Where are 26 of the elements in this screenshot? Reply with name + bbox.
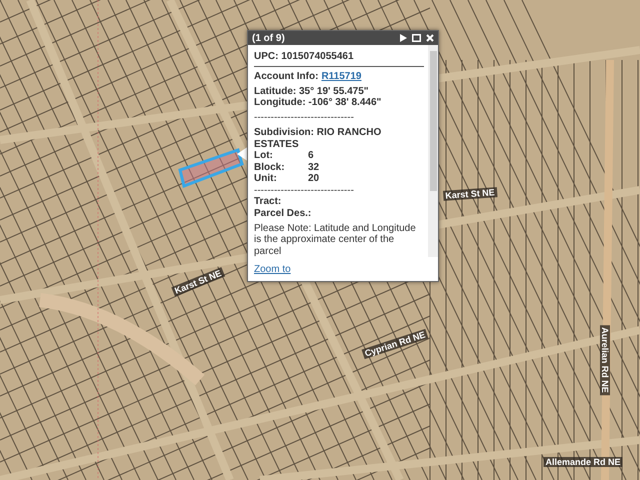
field-value: 32 (308, 162, 320, 174)
field-text: Latitude: 35° 19' 55.475" (254, 86, 370, 98)
maximize-icon[interactable] (412, 34, 421, 42)
upc-heading: UPC: 1015074055461 (254, 51, 424, 67)
field-value: 20 (308, 173, 320, 185)
next-icon[interactable] (400, 34, 407, 42)
field-text: Parcel Des.: (254, 208, 312, 220)
street-label: Allemande Rd NE (544, 457, 622, 467)
parcel-highlight (178, 148, 244, 188)
street-label: Aurelian Rd NE (600, 325, 610, 395)
field-label: Lot: (254, 150, 274, 162)
zoom-to-link[interactable]: Zoom to (254, 264, 291, 275)
field-label: Unit: (254, 173, 278, 185)
popup-counter: (1 of 9) (252, 32, 285, 44)
field-value: 6 (308, 150, 315, 162)
dashed-separator: ------------------------------ (254, 112, 355, 124)
close-icon[interactable] (426, 34, 434, 42)
field-label: Block: (254, 162, 286, 174)
field-label: Account Info: (254, 71, 318, 82)
account-link[interactable]: R115719 (321, 71, 362, 82)
field-text: Longitude: -106° 38' 8.446" (254, 97, 382, 109)
scrollbar[interactable] (428, 45, 438, 257)
note-text: Please Note: Latitude and Longitude is the approximate center of the parcel (254, 222, 417, 257)
field-text: Subdivision: RIO RANCHO ESTATES (254, 127, 382, 150)
field-text: Tract: (254, 196, 282, 208)
dashed-separator: ------------------------------ (254, 184, 355, 196)
